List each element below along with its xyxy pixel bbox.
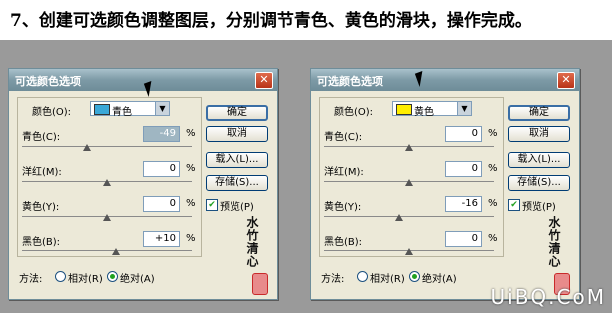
percent-sign: % (186, 128, 196, 139)
magenta-label: 洋红(M): (324, 167, 364, 178)
color-adjust-group: 颜色(O): 黄色 ▼ 青色(C): 0 % 洋红(M): 0 % 黄色(Y):… (319, 97, 504, 257)
relative-radio[interactable] (55, 271, 66, 282)
load-button[interactable]: 载入(L)... (508, 152, 570, 168)
load-button[interactable]: 载入(L)... (206, 152, 268, 168)
step-caption: 7、创建可选颜色调整图层，分别调节青色、黄色的滑块，操作完成。 (10, 11, 532, 31)
chevron-down-icon[interactable]: ▼ (457, 102, 471, 115)
yellow-slider-thumb[interactable] (103, 214, 111, 221)
magenta-value-input[interactable]: 0 (143, 161, 180, 177)
preview-label: 预览(P) (220, 202, 254, 213)
calligraphy-signature: 水竹清心 (245, 216, 259, 268)
close-button[interactable]: ✕ (255, 72, 273, 89)
absolute-radio[interactable] (409, 271, 420, 282)
percent-sign: % (488, 233, 498, 244)
close-button[interactable]: ✕ (557, 72, 575, 89)
cyan-slider-thumb[interactable] (82, 144, 91, 151)
preview-label: 预览(P) (522, 202, 556, 213)
yellow-label: 黄色(Y): (324, 202, 362, 213)
percent-sign: % (186, 163, 196, 174)
dialog-titlebar[interactable]: 可选颜色选项 ✕ (311, 69, 579, 91)
color-label: 颜色(O): (334, 107, 374, 118)
percent-sign: % (488, 163, 498, 174)
yellow-value-input[interactable]: 0 (143, 196, 180, 212)
relative-radio[interactable] (357, 271, 368, 282)
yellow-slider-track[interactable] (324, 216, 494, 217)
absolute-label: 绝对(A) (422, 274, 457, 285)
save-button[interactable]: 存储(S)... (508, 175, 570, 191)
color-adjust-group: 颜色(O): 青色 ▼ 青色(C): -49 % 洋红(M): 0 % 黄色(Y… (17, 97, 202, 257)
black-label: 黑色(B): (22, 237, 61, 248)
absolute-label: 绝对(A) (120, 274, 155, 285)
magenta-label: 洋红(M): (22, 167, 62, 178)
ok-button[interactable]: 确定 (508, 105, 570, 121)
magenta-value-input[interactable]: 0 (445, 161, 482, 177)
selective-color-dialog-1: 可选颜色选项 ✕ 颜色(O): 青色 ▼ 青色(C): -49 % 洋红(M):… (8, 68, 278, 300)
yellow-label: 黄色(Y): (22, 202, 60, 213)
method-label: 方法: (19, 274, 43, 285)
cyan-value-input[interactable]: -49 (143, 126, 180, 142)
color-swatch (94, 104, 110, 115)
cancel-button[interactable]: 取消 (508, 126, 570, 142)
color-select[interactable]: 黄色 ▼ (392, 101, 472, 118)
save-button[interactable]: 存储(S)... (206, 175, 268, 191)
magenta-slider-thumb[interactable] (103, 179, 111, 186)
cyan-slider-thumb[interactable] (405, 144, 413, 151)
black-slider-track[interactable] (22, 250, 192, 251)
relative-label: 相对(R) (68, 274, 103, 285)
chevron-down-icon[interactable]: ▼ (155, 102, 169, 115)
percent-sign: % (186, 198, 196, 209)
selective-color-dialog-2: 可选颜色选项 ✕ 颜色(O): 黄色 ▼ 青色(C): 0 % 洋红(M): 0… (310, 68, 580, 300)
yellow-value-input[interactable]: -16 (445, 196, 482, 212)
calligraphy-signature: 水竹清心 (547, 216, 561, 268)
dialog-titlebar[interactable]: 可选颜色选项 ✕ (9, 69, 277, 91)
dialog-title: 可选颜色选项 (317, 75, 383, 88)
black-slider-thumb[interactable] (405, 248, 413, 255)
site-watermark: UiBQ.CoM (490, 285, 606, 309)
method-label: 方法: (321, 274, 345, 285)
cyan-label: 青色(C): (324, 132, 363, 143)
percent-sign: % (488, 198, 498, 209)
cancel-button[interactable]: 取消 (206, 126, 268, 142)
black-value-input[interactable]: +10 (143, 231, 180, 247)
color-select-value: 青色 (112, 107, 132, 118)
yellow-slider-thumb[interactable] (394, 214, 403, 221)
color-swatch (396, 104, 412, 115)
ok-button[interactable]: 确定 (206, 105, 268, 121)
black-label: 黑色(B): (324, 237, 363, 248)
color-select[interactable]: 青色 ▼ (90, 101, 170, 118)
red-seal-stamp (252, 273, 268, 295)
magenta-slider-thumb[interactable] (405, 179, 413, 186)
relative-label: 相对(R) (370, 274, 405, 285)
cyan-label: 青色(C): (22, 132, 61, 143)
cyan-slider-track[interactable] (22, 146, 192, 147)
color-label: 颜色(O): (32, 107, 72, 118)
black-value-input[interactable]: 0 (445, 231, 482, 247)
dialog-title: 可选颜色选项 (15, 75, 81, 88)
cyan-value-input[interactable]: 0 (445, 126, 482, 142)
percent-sign: % (488, 128, 498, 139)
preview-checkbox[interactable]: ✔ (508, 199, 520, 211)
absolute-radio[interactable] (107, 271, 118, 282)
percent-sign: % (186, 233, 196, 244)
black-slider-thumb[interactable] (111, 248, 120, 255)
preview-checkbox[interactable]: ✔ (206, 199, 218, 211)
color-select-value: 黄色 (414, 107, 434, 118)
